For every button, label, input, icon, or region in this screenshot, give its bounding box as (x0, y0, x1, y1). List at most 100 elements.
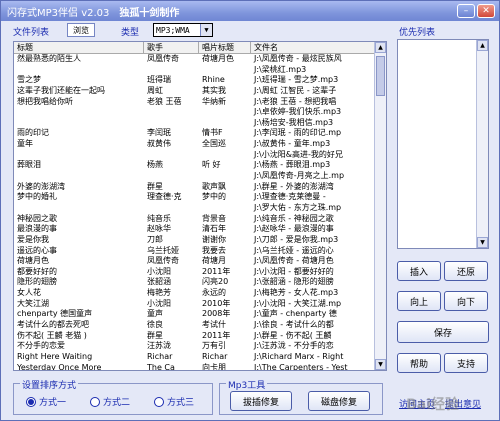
table-row[interactable]: Right Here Waiting Richar Richar J:\Richard… (14, 352, 386, 363)
table-row[interactable]: J:\小沈阳&高进-我的好兄 (14, 150, 386, 161)
table-row[interactable]: 大笑江湖 小沈阳 2010年 J:\小沈阳 - 大笑江湖.mp (14, 299, 386, 310)
radio-selected-icon[interactable] (26, 396, 36, 407)
scroll-up-icon[interactable]: ▲ (477, 40, 488, 51)
table-scrollbar[interactable]: ▲ ▼ (374, 42, 386, 370)
table-row[interactable]: 想把我唱给你听 老狼 王蓓 华纳新 J:\老狼 王蓓 - 想把我唱 (14, 97, 386, 108)
scroll-up-icon[interactable]: ▲ (375, 42, 386, 53)
table-row[interactable]: 外婆的澎湖湾 群星 歌声飘 J:\群星 - 外婆的澎湖湾 (14, 182, 386, 193)
scroll-down-icon[interactable]: ▼ (375, 359, 386, 370)
table-cell: 梦中的 (202, 192, 226, 202)
table-row[interactable]: 女人花 梅艳芳 永远的 J:\梅艳芳 - 女人花.mp3 (14, 288, 386, 299)
table-cell (14, 150, 144, 161)
file-type-select[interactable]: MP3;WMA ▼ (153, 23, 213, 37)
table-row[interactable]: 雨的印记 李闰珉 情书F J:\李闰珉 - 雨的印记.mp (14, 128, 386, 139)
table-row[interactable]: Yesterday Once More The Ca 向卡朋 J:\The Carpe… (14, 362, 386, 371)
table-row[interactable]: 隐形的翅膀 张韶涵 闪亮20 J:\张韶涵 - 隐形的翅膀 (14, 277, 386, 288)
table-cell: J:\刀郎 - 爱是你我.mp3 (254, 234, 339, 244)
table-row[interactable]: 童年 叔黄伟 全国巡 J:\叔黄伟 - 童年.mp3 (14, 139, 386, 150)
table-row[interactable]: J:\凤凰传奇-月亮之上.mp (14, 171, 386, 182)
table-cell: 理查德·克 (147, 192, 182, 202)
table-cell: J:\Richard Marx - Right (254, 351, 344, 361)
table-cell: 想把我唱给你听 (17, 96, 73, 106)
table-cell: 女人花 (17, 288, 41, 298)
sort-option-label: 方式二 (103, 398, 131, 408)
table-cell: 童年 (17, 139, 33, 149)
table-row[interactable]: 然最熟悉的陌生人 凤凰传奇 荷塘月色 J:\凤凰传奇 - 最炫民族风 (14, 54, 386, 65)
table-row[interactable]: 葬眼泪 杨燕 听 好 J:\杨燕 - 葬眼泪.mp3 (14, 160, 386, 171)
table-cell: J:\小沈阳&高进-我的好兄 (254, 149, 343, 159)
window-controls: – ✕ (457, 4, 495, 18)
table-cell: Rhine (202, 75, 225, 85)
table-row[interactable]: 雪之梦 班得瑞 Rhine J:\班得瑞 - 雪之梦.mp3 (14, 75, 386, 86)
chevron-down-icon[interactable]: ▼ (200, 24, 212, 36)
table-cell: 2011年 (202, 266, 231, 276)
disk-fix-button[interactable]: 磁盘修复 (308, 391, 370, 411)
table-cell: 小沈阳 (147, 298, 171, 308)
table-row[interactable]: 爱是你我 刀郎 谢谢你 J:\刀郎 - 爱是你我.mp3 (14, 235, 386, 246)
table-cell: J:\班得瑞 - 雪之梦.mp3 (254, 75, 339, 85)
table-row[interactable]: 这辈子我们还能在一起吗 周虹 其实我 J:\周虹 江智民 - 这辈子 (14, 86, 386, 97)
help-button[interactable]: 帮助 (397, 353, 441, 373)
sort-option-1[interactable]: 方式一 (26, 395, 66, 408)
table-cell: 小沈阳 (147, 266, 171, 276)
table-cell: Yesterday Once More (17, 362, 102, 371)
table-row[interactable]: J:\罗大佑 - 东方之珠.mp (14, 203, 386, 214)
file-list-table[interactable]: 标题 歌手 唱片标题 文件名 然最熟悉的陌生人 凤凰传奇 荷塘月色 J:\凤凰传奇 -… (13, 41, 387, 371)
table-row[interactable]: 遥远的心事 乌兰托娅 我要去 J:\乌兰托娅 - 遥远的心 (14, 246, 386, 257)
minimize-button[interactable]: – (457, 4, 475, 18)
priority-list[interactable]: ▲ ▼ (397, 39, 489, 249)
table-row[interactable]: 考试什么的都去死吧 徐良 考试什 J:\徐良 - 考试什么的都 (14, 320, 386, 331)
column-header-title[interactable]: 标题 (14, 42, 144, 53)
table-row[interactable]: chenparty 德国童声 童声 2008年 J:\童声 - chenparty 德 (14, 309, 386, 320)
table-row[interactable]: 伤不起( 王麟 老猫 ) 群星 2011年 J:\群星 - 伤不起( 王麟 (14, 331, 386, 342)
table-cell: 神秘园之歌 (17, 213, 57, 223)
table-row[interactable]: 神秘园之歌 纯音乐 背景音 J:\纯音乐 - 神秘园之歌 (14, 214, 386, 225)
table-cell: 葬眼泪 (17, 160, 41, 170)
table-cell: 2008年 (202, 309, 231, 319)
table-row[interactable]: 不分手的恋爱 汪苏泷 万有引 J:\汪苏泷 - 不分手的恋 (14, 341, 386, 352)
table-row[interactable]: J:\梁桃红.mp3 (14, 65, 386, 76)
browse-button[interactable]: 浏览 (67, 23, 95, 37)
table-cell: J:\老狼 王蓓 - 想把我唱 (254, 96, 337, 106)
priority-list-label: 优先列表 (399, 28, 436, 38)
table-cell (144, 150, 199, 161)
support-button[interactable]: 支持 (444, 353, 488, 373)
save-button[interactable]: 保存 (397, 321, 489, 343)
move-up-button[interactable]: 向上 (397, 291, 441, 311)
table-row[interactable]: J:\卓依婷-我们快乐.mp3 (14, 107, 386, 118)
scroll-down-icon[interactable]: ▼ (477, 237, 488, 248)
radio-icon[interactable] (154, 396, 164, 407)
table-row[interactable]: J:\杨培安-我相信.mp3 (14, 118, 386, 129)
table-cell: 群星 (147, 181, 163, 191)
column-header-artist[interactable]: 歌手 (144, 42, 199, 53)
table-row[interactable]: 最浪漫的事 赵咏华 清石年 J:\赵咏华 - 最浪漫的事 (14, 224, 386, 235)
table-cell: 歌声飘 (202, 181, 226, 191)
radio-icon[interactable] (90, 396, 100, 407)
table-cell: 隐形的翅膀 (17, 277, 57, 287)
table-cell (144, 107, 199, 118)
app-window: 闪存式MP3伴侣 v2.03 独孤十剑制作 – ✕ 文件列表 浏览 类型 MP3… (0, 0, 500, 421)
fix-button[interactable]: 拔插修复 (230, 391, 292, 411)
table-row[interactable]: 梦中的婚礼 理查德·克 梦中的 J:\理查德·克莱德曼 - (14, 192, 386, 203)
sort-mode-title: 设置排序方式 (20, 378, 79, 391)
column-header-filename[interactable]: 文件名 (251, 42, 376, 53)
insert-button[interactable]: 插入 (397, 261, 441, 281)
sort-option-3[interactable]: 方式三 (154, 395, 194, 408)
table-cell: 荷塘月色 (202, 54, 234, 63)
table-cell: J:\凤凰传奇 - 最炫民族风 (254, 54, 342, 63)
priority-scrollbar[interactable]: ▲ ▼ (476, 40, 488, 248)
scroll-thumb[interactable] (376, 56, 385, 96)
column-header-album[interactable]: 唱片标题 (199, 42, 251, 53)
table-cell: J:\徐良 - 考试什么的都 (254, 320, 334, 330)
sort-option-2[interactable]: 方式二 (90, 395, 130, 408)
move-down-button[interactable]: 向下 (444, 291, 488, 311)
table-cell: 不分手的恋爱 (17, 341, 65, 351)
sort-mode-group: 设置排序方式 方式一 方式二 方式三 (13, 378, 213, 415)
close-button[interactable]: ✕ (477, 4, 495, 18)
sort-option-label: 方式三 (167, 398, 195, 408)
table-row[interactable]: 荷塘月色 凤凰传奇 荷塘月 J:\凤凰传奇 - 荷塘月色 (14, 256, 386, 267)
table-cell: J:\梁桃红.mp3 (254, 64, 307, 74)
restore-button[interactable]: 还原 (444, 261, 488, 281)
table-cell: 这辈子我们还能在一起吗 (17, 85, 105, 95)
table-row[interactable]: 都要好好的 小沈阳 2011年 J:\小沈阳 - 都要好好的 (14, 267, 386, 278)
